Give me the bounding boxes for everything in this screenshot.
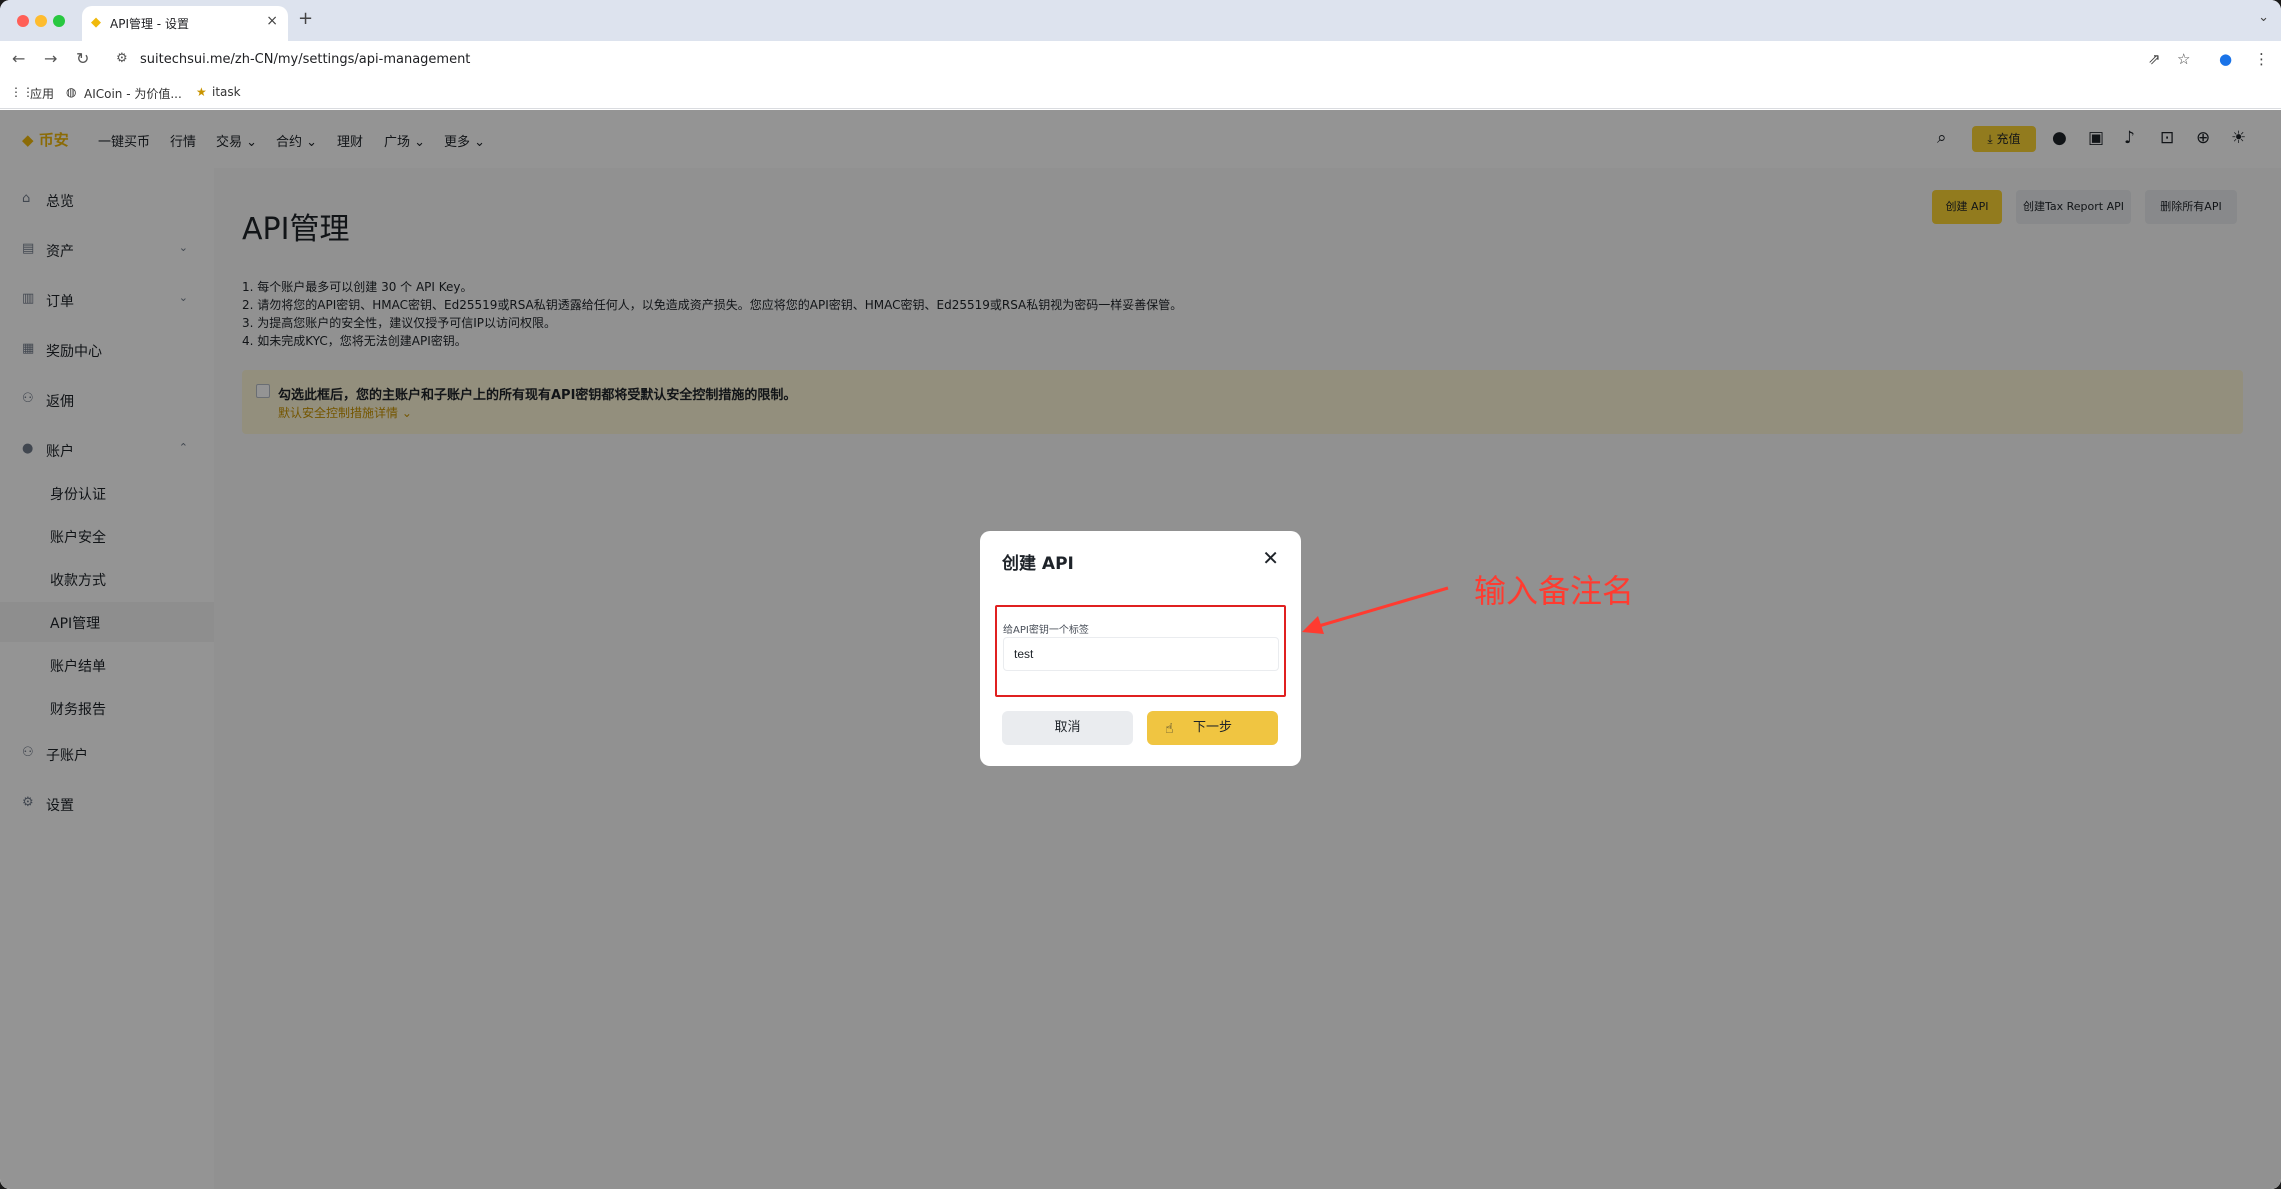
tab-search-icon[interactable]: ⌄ <box>2258 10 2269 25</box>
create-api-dialog: 创建 API ✕ 给API密钥一个标签 取消 ☝ 下一步 <box>980 531 1301 766</box>
forward-icon[interactable]: → <box>44 49 57 68</box>
browser-menu-icon[interactable]: ⋮ <box>2254 50 2269 68</box>
annotation-arrow <box>1302 586 1449 634</box>
dialog-title: 创建 API <box>1002 554 1074 574</box>
new-tab-button[interactable]: + <box>298 8 313 29</box>
next-button[interactable]: ☝ 下一步 <box>1147 711 1278 745</box>
bookmark-aicoin[interactable]: AICoin - 为价值... <box>84 85 182 102</box>
url-text: suitechsui.me/zh-CN/my/settings/api-mana… <box>140 52 471 67</box>
api-label-field-label: 给API密钥一个标签 <box>1003 625 1089 636</box>
site-settings-icon[interactable]: ⚙ <box>116 51 128 66</box>
back-icon[interactable]: ← <box>12 49 25 68</box>
bookmark-apps[interactable]: 应用 <box>30 85 54 102</box>
address-bar[interactable]: ⚙ suitechsui.me/zh-CN/my/settings/api-ma… <box>110 46 2150 74</box>
bookmark-itask[interactable]: itask <box>212 85 241 99</box>
tab-close-icon[interactable]: × <box>266 13 278 29</box>
hand-cursor-icon: ☝ <box>1165 721 1174 737</box>
open-in-app-icon[interactable]: ⇗ <box>2148 50 2161 68</box>
highlight-box: 给API密钥一个标签 <box>995 605 1286 697</box>
browser-toolbar: ← → ↻ ⚙ suitechsui.me/zh-CN/my/settings/… <box>0 41 2281 79</box>
browser-tab[interactable]: ◆ API管理 - 设置 × <box>82 6 288 41</box>
browser-window: ◆ API管理 - 设置 × + ⌄ ← → ↻ ⚙ suitechsui.me… <box>0 0 2281 1189</box>
api-label-input[interactable] <box>1003 637 1279 671</box>
aicoin-icon: ◍ <box>66 85 77 99</box>
binance-favicon-icon: ◆ <box>91 15 101 30</box>
close-icon[interactable]: ✕ <box>1262 546 1279 570</box>
annotation-text: 输入备注名 <box>1474 572 1635 610</box>
tab-bar: ◆ API管理 - 设置 × + ⌄ <box>0 0 2281 41</box>
star-icon: ★ <box>196 85 207 99</box>
close-window-button[interactable] <box>17 15 29 27</box>
cancel-button[interactable]: 取消 <box>1002 711 1133 745</box>
tab-title: API管理 - 设置 <box>110 17 189 31</box>
bookmarks-bar: ⋮⋮ 应用 ◍ AICoin - 为价值... ★ itask <box>0 79 2281 109</box>
maximize-window-button[interactable] <box>53 15 65 27</box>
profile-icon[interactable]: ● <box>2219 50 2232 68</box>
minimize-window-button[interactable] <box>35 15 47 27</box>
reload-icon[interactable]: ↻ <box>76 49 89 68</box>
bookmark-star-icon[interactable]: ☆ <box>2177 50 2190 68</box>
